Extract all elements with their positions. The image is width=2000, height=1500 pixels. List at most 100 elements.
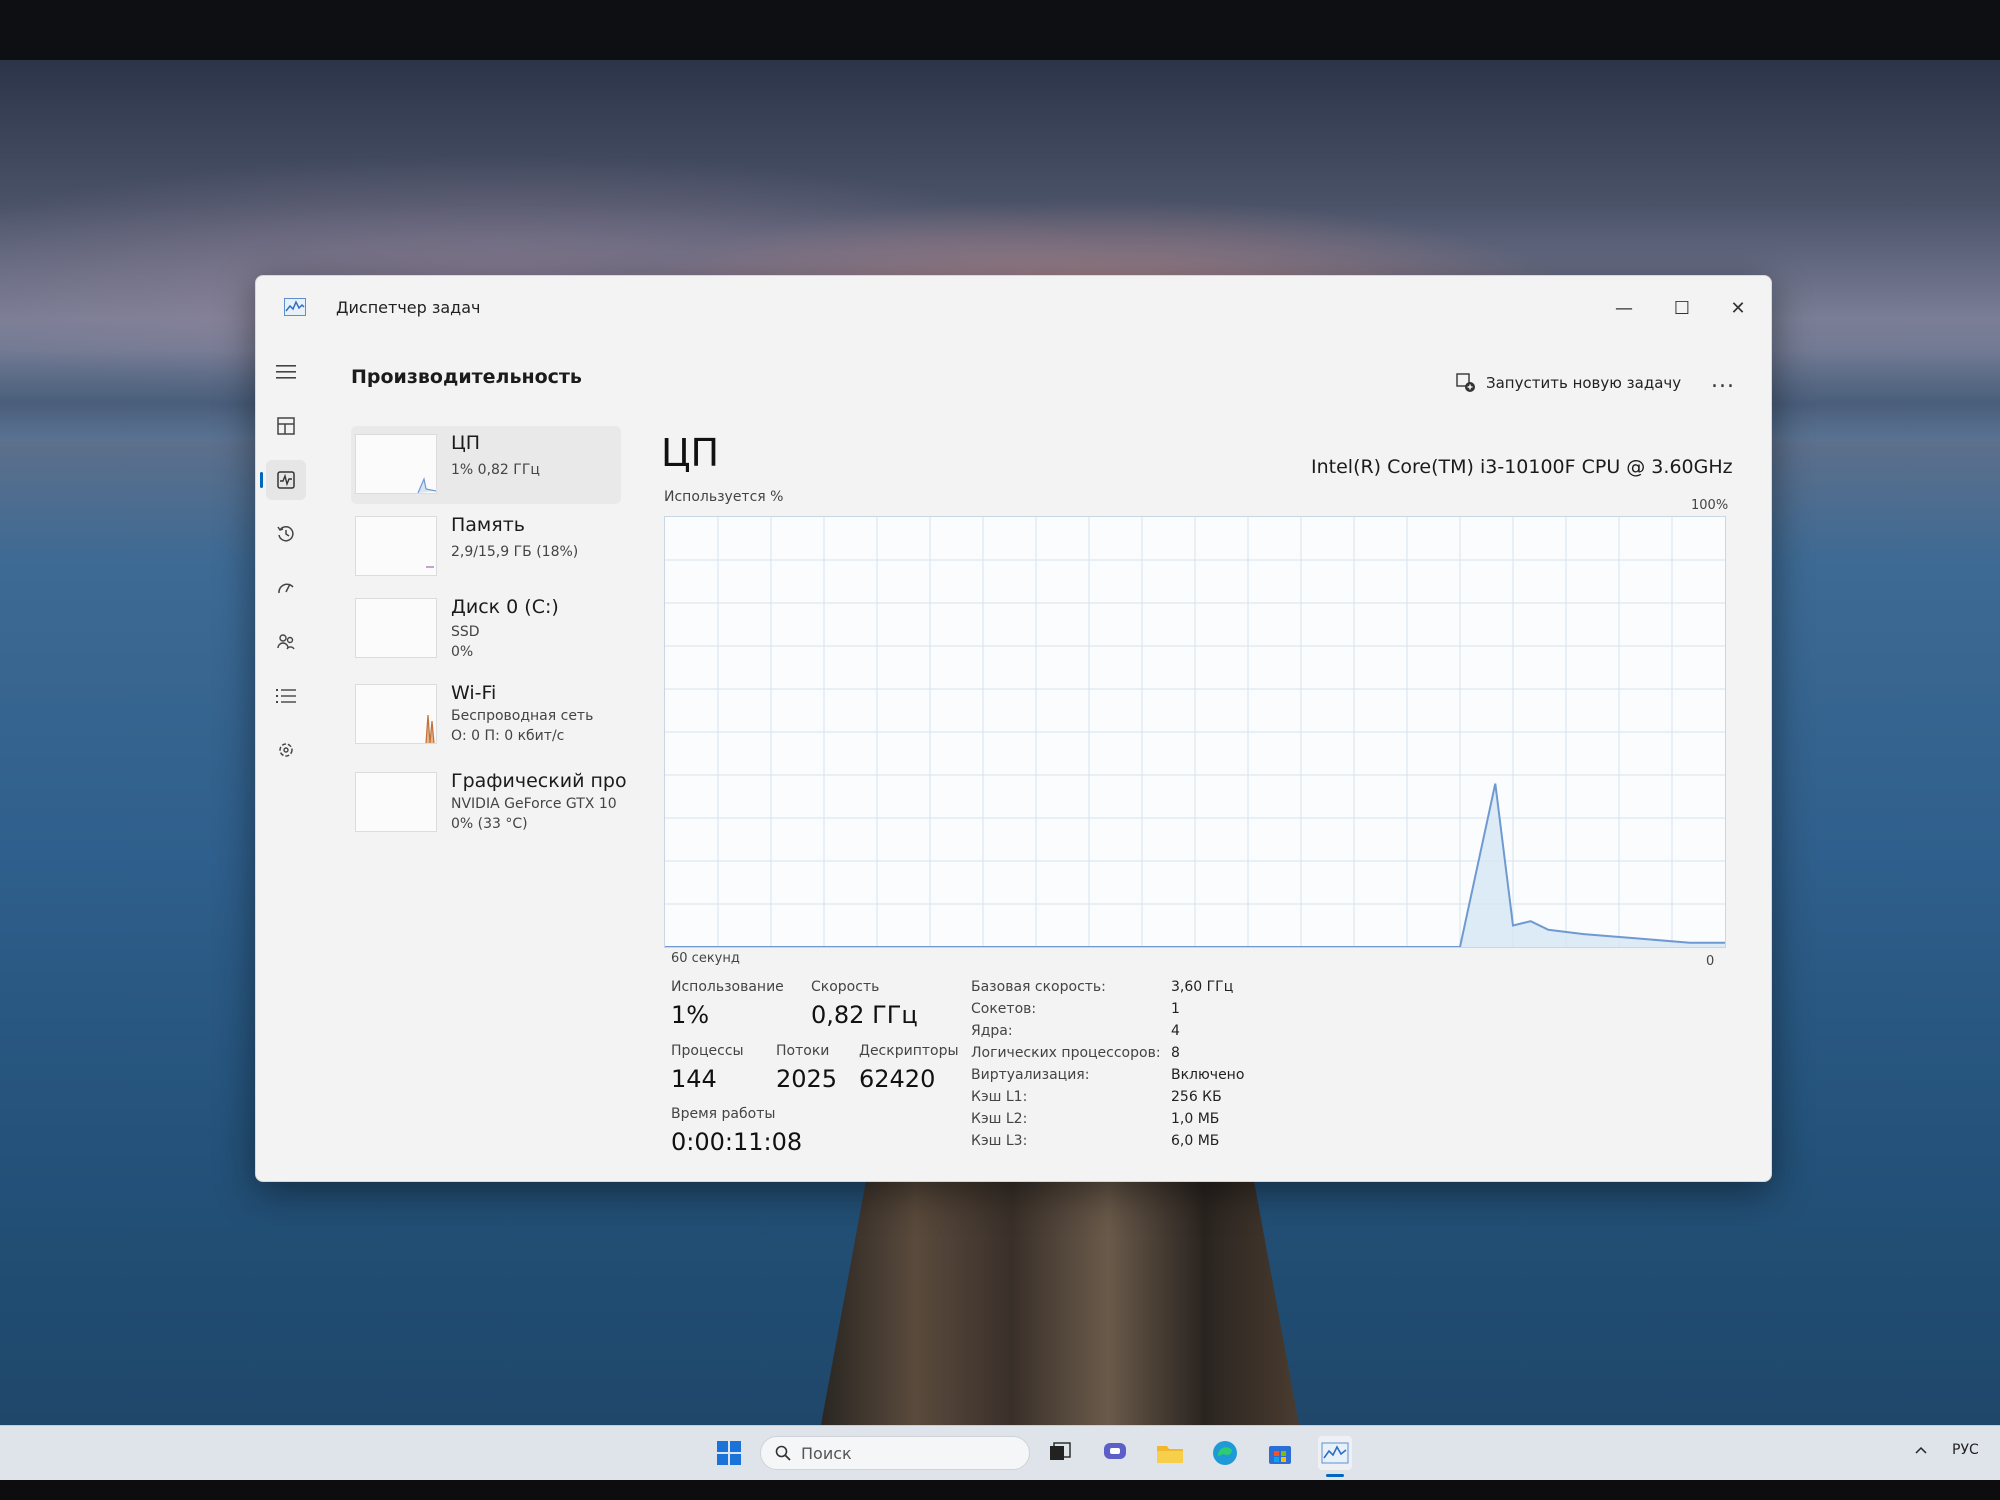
- windows-start-icon: [717, 1441, 741, 1465]
- spec-value: 1: [1171, 1001, 1180, 1017]
- resource-name: Диск 0 (C:): [451, 596, 559, 618]
- spec-value: 3,60 ГГц: [1171, 979, 1234, 995]
- usage-stat-label: Использование: [671, 979, 784, 995]
- task-manager-taskbar-button[interactable]: [1318, 1436, 1352, 1470]
- monitor-bezel: [0, 1480, 2000, 1500]
- chat-icon: [1104, 1443, 1126, 1459]
- spec-key: Сокетов:: [971, 1001, 1037, 1017]
- spec-key: Кэш L1:: [971, 1089, 1028, 1105]
- chevron-up-icon: [1915, 1446, 1927, 1454]
- spec-key: Базовая скорость:: [971, 979, 1106, 995]
- memory-thumbnail: [355, 516, 437, 576]
- maximize-button[interactable]: ☐: [1654, 288, 1710, 328]
- task-manager-window: Диспетчер задач — ☐ ✕ Производительность…: [255, 275, 1772, 1182]
- wifi-thumbnail: [355, 684, 437, 744]
- spec-value: 1,0 МБ: [1171, 1111, 1220, 1127]
- graph-zero-label: 0: [1706, 954, 1715, 969]
- resource-wifi[interactable]: Wi-Fi Беспроводная сеть О: 0 П: 0 кбит/с: [351, 676, 621, 754]
- window-title: Диспетчер задач: [336, 298, 481, 317]
- resource-name: Wi-Fi: [451, 682, 497, 704]
- edge-browser-button[interactable]: [1208, 1436, 1242, 1470]
- spec-value: 4: [1171, 1023, 1180, 1039]
- spec-value: 6,0 МБ: [1171, 1133, 1220, 1149]
- threads-stat-label: Потоки: [776, 1043, 830, 1059]
- taskbar: Поиск РУС: [0, 1425, 2000, 1481]
- navigation-rail: [256, 338, 314, 1181]
- nav-details[interactable]: [266, 676, 306, 716]
- taskbar-search-box[interactable]: Поиск: [760, 1436, 1030, 1470]
- active-app-indicator: [1326, 1474, 1344, 1477]
- processes-stat-label: Процессы: [671, 1043, 744, 1059]
- spec-value: Включено: [1171, 1067, 1245, 1083]
- resource-detail: Беспроводная сеть: [451, 708, 594, 724]
- resource-detail-2: 0% (33 °C): [451, 816, 528, 832]
- file-explorer-icon: [1157, 1446, 1183, 1463]
- cpu-mini-graph: [417, 476, 437, 494]
- threads-stat-value: 2025: [776, 1065, 838, 1093]
- speed-stat-value: 0,82 ГГц: [811, 1001, 918, 1029]
- hamburger-menu-button[interactable]: [266, 352, 306, 392]
- resource-detail-2: О: 0 П: 0 кбит/с: [451, 728, 565, 744]
- file-explorer-button[interactable]: [1153, 1436, 1187, 1470]
- title-bar[interactable]: Диспетчер задач — ☐ ✕: [256, 276, 1771, 338]
- search-placeholder: Поиск: [801, 1443, 852, 1463]
- uptime-stat-label: Время работы: [671, 1106, 776, 1122]
- gpu-thumbnail: [355, 772, 437, 832]
- app-history-icon: [277, 526, 294, 542]
- task-view-icon: [1050, 1442, 1071, 1460]
- nav-app-history[interactable]: [266, 514, 306, 554]
- services-icon: [279, 743, 293, 757]
- spec-value: 256 КБ: [1171, 1089, 1222, 1105]
- processes-icon: [277, 417, 295, 435]
- wallpaper-pier: [820, 1170, 1300, 1430]
- speed-stat-label: Скорость: [811, 979, 880, 995]
- chat-button[interactable]: [1098, 1436, 1132, 1470]
- tray-overflow-chevron[interactable]: [1915, 1442, 1927, 1458]
- task-view-button[interactable]: [1043, 1436, 1077, 1470]
- usage-stat-value: 1%: [671, 1001, 710, 1029]
- wifi-mini-graph: [425, 714, 435, 744]
- minimize-button[interactable]: —: [1596, 288, 1652, 328]
- cpu-thumbnail: [355, 434, 437, 494]
- usage-percent-label: Используется %: [664, 489, 784, 505]
- run-task-icon: [1456, 373, 1475, 392]
- spec-key: Кэш L3:: [971, 1133, 1028, 1149]
- more-options-button[interactable]: ...: [1711, 368, 1735, 393]
- resource-disk[interactable]: Диск 0 (C:) SSD 0%: [351, 590, 621, 668]
- nav-users[interactable]: [266, 622, 306, 662]
- handles-stat-label: Дескрипторы: [859, 1043, 959, 1059]
- handles-stat-value: 62420: [859, 1065, 936, 1093]
- disk-thumbnail: [355, 598, 437, 658]
- nav-processes[interactable]: [266, 406, 306, 446]
- resource-detail: SSD: [451, 624, 480, 640]
- store-icon: [1269, 1446, 1291, 1464]
- spec-key: Логических процессоров:: [971, 1045, 1161, 1061]
- resource-gpu[interactable]: Графический про NVIDIA GeForce GTX 10 0%…: [351, 764, 627, 842]
- start-button[interactable]: [712, 1436, 746, 1470]
- spec-key: Ядра:: [971, 1023, 1013, 1039]
- users-icon: [277, 634, 295, 650]
- memory-mini-graph: [426, 566, 434, 568]
- nav-startup-apps[interactable]: [266, 568, 306, 608]
- resource-detail-2: 0%: [451, 644, 474, 660]
- cpu-usage-chart: [665, 517, 1725, 948]
- resource-memory[interactable]: Память 2,9/15,9 ГБ (18%): [351, 508, 621, 586]
- close-button[interactable]: ✕: [1710, 288, 1766, 328]
- search-icon: [775, 1445, 791, 1461]
- edge-icon: [1213, 1441, 1237, 1465]
- store-button[interactable]: [1263, 1436, 1297, 1470]
- resource-name: ЦП: [451, 432, 481, 454]
- cpu-usage-graph: [664, 516, 1726, 948]
- graph-max-label: 100%: [1691, 498, 1729, 513]
- performance-icon: [277, 471, 295, 489]
- startup-apps-icon: [278, 583, 294, 594]
- processes-stat-value: 144: [671, 1065, 717, 1093]
- run-new-task-button[interactable]: Запустить новую задачу: [1456, 373, 1681, 393]
- resource-name: Память: [451, 514, 525, 536]
- spec-key: Виртуализация:: [971, 1067, 1090, 1083]
- input-language-indicator[interactable]: РУС: [1952, 1442, 1979, 1458]
- nav-performance[interactable]: [260, 460, 306, 500]
- task-manager-icon: [1321, 1442, 1349, 1464]
- resource-cpu[interactable]: ЦП 1% 0,82 ГГц: [351, 426, 621, 504]
- nav-services[interactable]: [266, 730, 306, 770]
